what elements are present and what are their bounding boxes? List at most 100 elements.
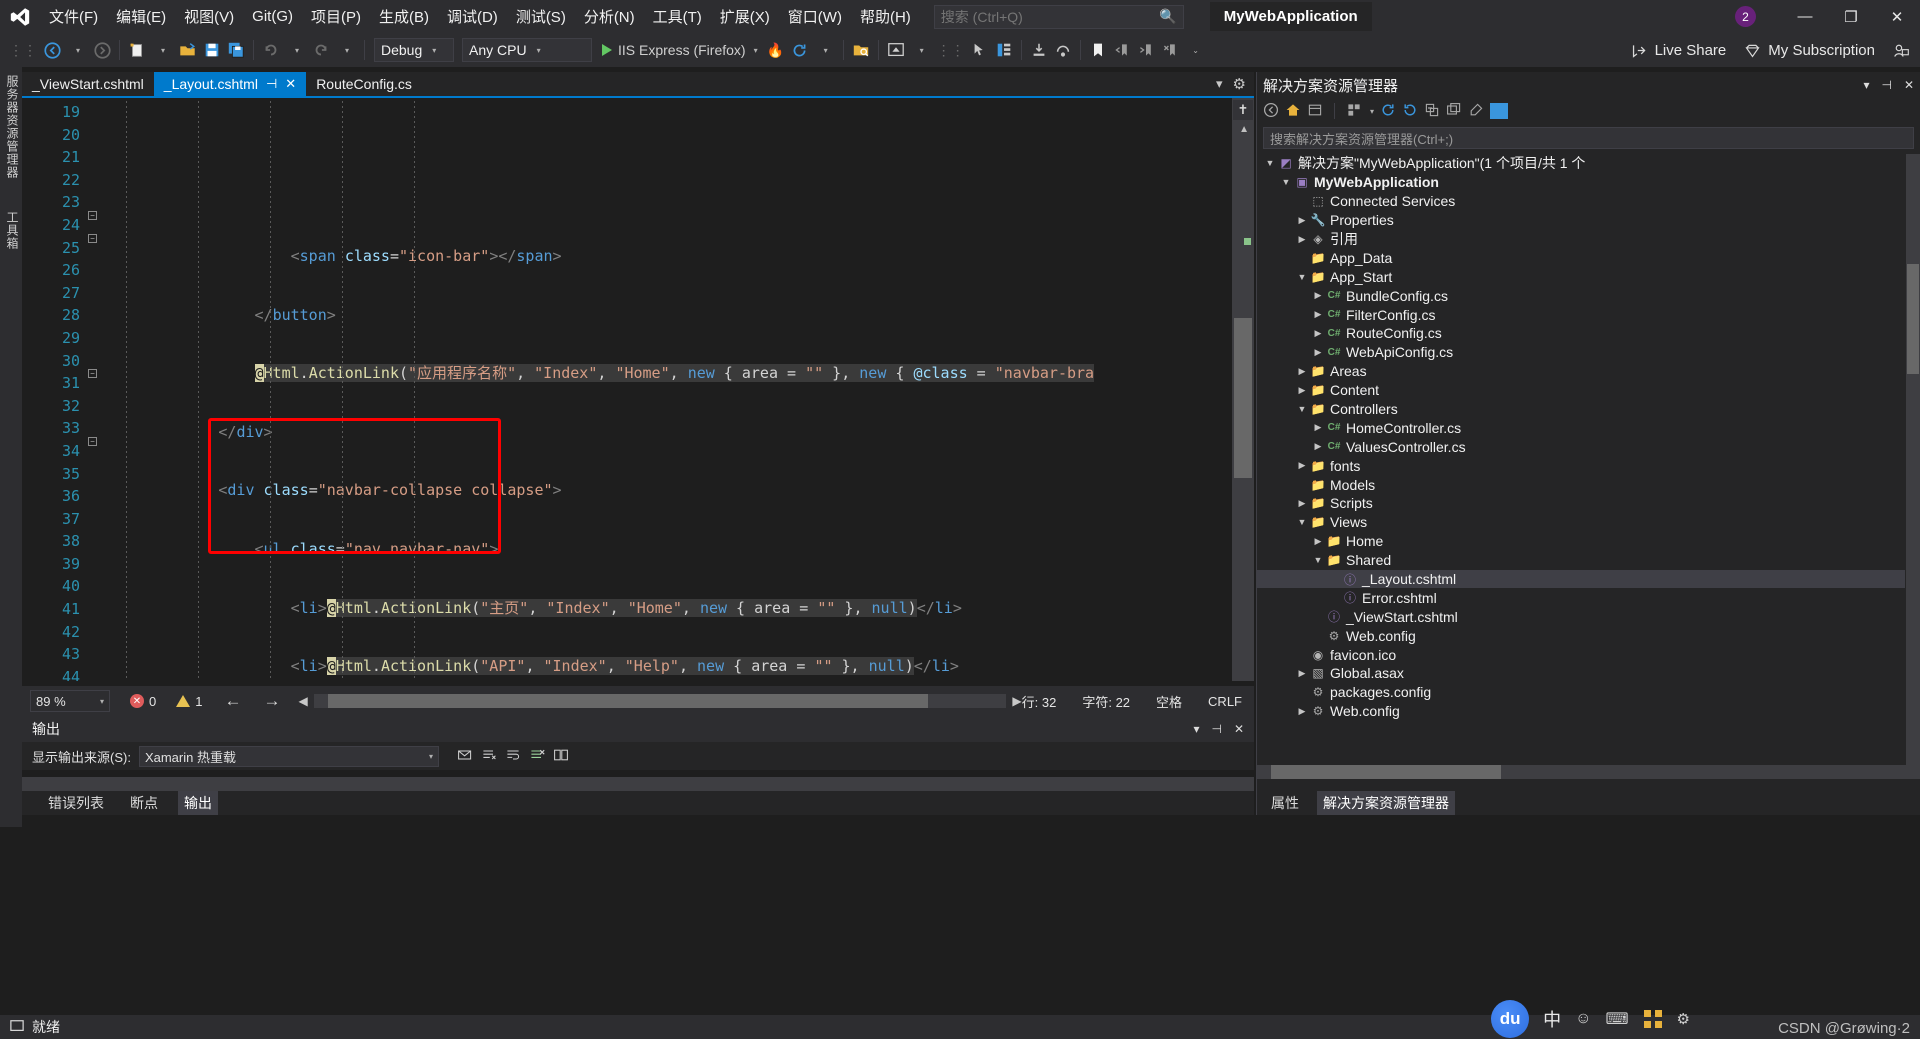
solution-explorer-search[interactable]: 搜索解决方案资源管理器(Ctrl+;) <box>1263 127 1914 149</box>
navigate-back-dropdown-icon[interactable]: ▾ <box>66 37 90 63</box>
menu-build[interactable]: 生成(B) <box>370 2 438 31</box>
new-item-icon[interactable] <box>125 37 149 63</box>
back-icon[interactable] <box>1263 102 1279 121</box>
menu-edit[interactable]: 编辑(E) <box>107 2 175 31</box>
panel-menu-icon[interactable]: ▾ <box>1863 78 1869 92</box>
solution-explorer-horizontal-scrollbar[interactable] <box>1257 765 1920 779</box>
expand-arrow-icon[interactable]: ▶ <box>1311 441 1325 452</box>
tree-node-app-start[interactable]: ▼ 📁 App_Start <box>1257 267 1905 286</box>
solution-explorer-hscroll-thumb[interactable] <box>1271 765 1501 779</box>
clear-all-icon[interactable] <box>481 748 497 765</box>
minimize-button[interactable]: — <box>1782 0 1828 33</box>
expand-arrow-icon[interactable]: ▶ <box>1295 366 1309 377</box>
tree-node-properties[interactable]: ▶ 🔧 Properties <box>1257 211 1905 230</box>
expand-arrow-icon[interactable]: ▶ <box>1295 668 1309 679</box>
home-icon[interactable] <box>1285 102 1301 121</box>
pin-icon[interactable]: ⊣ <box>266 76 277 92</box>
save-icon[interactable] <box>200 37 224 63</box>
tree-node-fonts[interactable]: ▶ 📁 fonts <box>1257 456 1905 475</box>
dock-tab-breakpoints[interactable]: 断点 <box>124 791 164 815</box>
refresh-icon[interactable] <box>1402 102 1418 121</box>
tree-node-routeconfig-cs[interactable]: ▶ C# RouteConfig.cs <box>1257 324 1905 343</box>
nav-back-arrow-icon[interactable]: ← <box>224 691 241 711</box>
warning-count[interactable]: 1 <box>176 694 202 709</box>
dock-tab-solution-explorer[interactable]: 解决方案资源管理器 <box>1317 791 1455 815</box>
output-horizontal-scrollbar[interactable] <box>22 777 1254 791</box>
global-search-box[interactable]: 🔍 <box>933 4 1184 29</box>
expand-arrow-icon[interactable]: ▶ <box>1311 536 1325 547</box>
tree-node-packages-config[interactable]: ⚙ packages.config <box>1257 683 1905 702</box>
ime-settings-icon[interactable]: ⚙ <box>1677 1010 1690 1028</box>
tree-node-solution[interactable]: ▼ ◩ 解决方案"MyWebApplication"(1 个项目/共 1 个 <box>1257 154 1905 173</box>
tree-node-views[interactable]: ▼ 📁 Views <box>1257 513 1905 532</box>
menu-window[interactable]: 窗口(W) <box>779 2 851 31</box>
toggle-word-wrap-icon[interactable] <box>505 748 521 765</box>
expand-arrow-icon[interactable]: ▶ <box>1311 309 1325 320</box>
tab-layout-cshtml[interactable]: _Layout.cshtml ⊣ ✕ <box>153 72 307 96</box>
live-preview-icon[interactable] <box>884 37 908 63</box>
tree-node-web-config[interactable]: ⚙ Web.config <box>1257 626 1905 645</box>
next-bookmark-icon[interactable] <box>1134 37 1158 63</box>
close-icon[interactable]: ✕ <box>285 76 296 92</box>
tree-node-homecontroller-cs[interactable]: ▶ C# HomeController.cs <box>1257 418 1905 437</box>
menu-tools[interactable]: 工具(T) <box>644 2 711 31</box>
expand-arrow-icon[interactable]: ▶ <box>1295 385 1309 396</box>
hscroll-right-icon[interactable]: ▶ <box>1012 694 1021 708</box>
expand-arrow-icon[interactable]: ▶ <box>1295 498 1309 509</box>
tab-settings-gear-icon[interactable]: ⚙ <box>1233 75 1246 93</box>
tab-list-dropdown-icon[interactable]: ▾ <box>1216 76 1223 92</box>
properties-icon[interactable] <box>1468 102 1484 121</box>
fold-toggle[interactable]: − <box>88 437 97 446</box>
browser-preview-icon[interactable] <box>849 37 873 63</box>
refresh-icon[interactable] <box>788 37 812 63</box>
tree-node--[interactable]: ▶ ◈ 引用 <box>1257 230 1905 249</box>
select-element-icon[interactable] <box>968 37 992 63</box>
tree-node--viewstart-cshtml[interactable]: ⓘ _ViewStart.cshtml <box>1257 607 1905 626</box>
split-view-icon[interactable]: ✝ <box>1233 100 1253 120</box>
collapse-all-icon[interactable] <box>1424 102 1440 121</box>
menu-git[interactable]: Git(G) <box>243 4 302 29</box>
code-folding-column[interactable]: − − − − <box>88 98 110 681</box>
close-icon[interactable]: ✕ <box>1904 78 1914 92</box>
my-subscription-button[interactable]: My Subscription <box>1744 42 1875 59</box>
clear-bookmarks-icon[interactable] <box>1158 37 1182 63</box>
live-share-button[interactable]: Live Share <box>1631 42 1726 59</box>
ime-emoji-icon[interactable]: ☺ <box>1575 1010 1591 1028</box>
step-into-icon[interactable] <box>1027 37 1051 63</box>
tree-node-bundleconfig-cs[interactable]: ▶ C# BundleConfig.cs <box>1257 286 1905 305</box>
live-visual-tree-icon[interactable] <box>992 37 1016 63</box>
tree-node-models[interactable]: 📁 Models <box>1257 475 1905 494</box>
editor-vertical-scrollbar[interactable]: ✝ ▲ <box>1232 98 1254 681</box>
tree-node-filterconfig-cs[interactable]: ▶ C# FilterConfig.cs <box>1257 305 1905 324</box>
tree-node-valuescontroller-cs[interactable]: ▶ C# ValuesController.cs <box>1257 437 1905 456</box>
tree-node-scripts[interactable]: ▶ 📁 Scripts <box>1257 494 1905 513</box>
expand-arrow-icon[interactable]: ▶ <box>1311 347 1325 358</box>
tree-node--layout-cshtml[interactable]: ⓘ _Layout.cshtml <box>1257 569 1905 589</box>
undo-dropdown-icon[interactable]: ▾ <box>285 37 309 63</box>
solution-explorer-vscroll-thumb[interactable] <box>1907 264 1919 374</box>
toolbar-overflow-icon[interactable]: ⌄ <box>1184 37 1208 63</box>
expand-arrow-icon[interactable]: ▶ <box>1295 460 1309 471</box>
fold-toggle[interactable]: − <box>88 211 97 220</box>
step-over-icon[interactable] <box>1051 37 1075 63</box>
switch-views-icon[interactable] <box>1346 102 1362 121</box>
menu-help[interactable]: 帮助(H) <box>851 2 920 31</box>
solution-explorer-vertical-scrollbar[interactable] <box>1906 154 1920 774</box>
start-debugging-button[interactable]: IIS Express (Firefox) ▾ <box>596 37 764 63</box>
undo-icon[interactable] <box>259 37 283 63</box>
menu-test[interactable]: 测试(S) <box>507 2 575 31</box>
hscroll-left-icon[interactable]: ◀ <box>298 694 307 708</box>
tree-node-global-asax[interactable]: ▶ ▧ Global.asax <box>1257 664 1905 683</box>
tree-node-controllers[interactable]: ▼ 📁 Controllers <box>1257 400 1905 419</box>
menu-file[interactable]: 文件(F) <box>40 2 107 31</box>
nav-forward-arrow-icon[interactable]: → <box>263 691 280 711</box>
hot-reload-icon[interactable]: 🔥 <box>764 37 788 63</box>
tree-node-favicon-ico[interactable]: ◉ favicon.ico <box>1257 645 1905 664</box>
redo-icon[interactable] <box>309 37 333 63</box>
maximize-button[interactable]: ❐ <box>1828 0 1874 33</box>
tree-node-home[interactable]: ▶ 📁 Home <box>1257 532 1905 551</box>
pin-icon[interactable]: ⊣ <box>1211 722 1221 736</box>
preview-selected-items-icon[interactable] <box>1490 103 1509 119</box>
editor-scroll-thumb[interactable] <box>1234 318 1252 478</box>
previous-bookmark-icon[interactable] <box>1110 37 1134 63</box>
